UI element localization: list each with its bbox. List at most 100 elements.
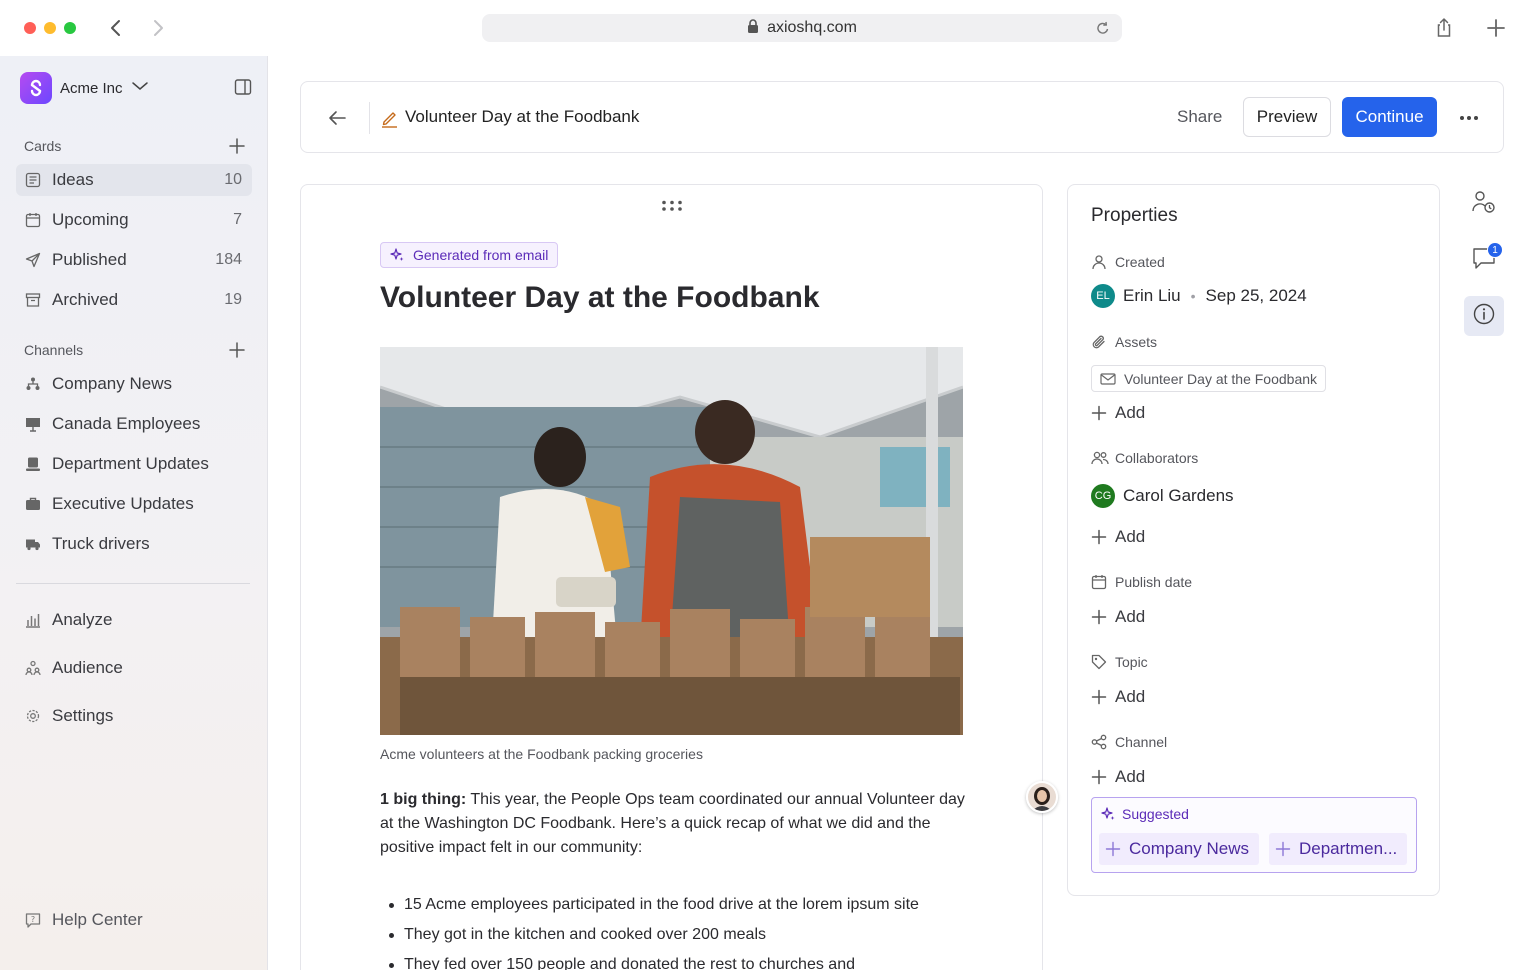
separator-dot: • — [1190, 288, 1196, 304]
new-tab-icon[interactable] — [1484, 16, 1508, 40]
ideas-icon — [24, 171, 42, 189]
add-channel-icon[interactable] — [228, 341, 246, 359]
add-label: Add — [1115, 607, 1146, 626]
person-clock-icon — [1471, 189, 1497, 220]
card-title[interactable]: Volunteer Day at the Foodbank — [405, 107, 639, 127]
plus-icon — [1105, 841, 1121, 857]
asset-chip[interactable]: Volunteer Day at the Foodbank — [1091, 365, 1327, 392]
lead-paragraph[interactable]: 1 big thing: This year, the People Ops t… — [380, 788, 970, 860]
collaborator-name: Carol Gardens — [1123, 486, 1234, 505]
back-arrow-icon[interactable] — [325, 106, 349, 130]
tag-icon — [1091, 654, 1109, 670]
add-collaborator-button[interactable]: Add — [1091, 527, 1145, 547]
share-sheet-icon[interactable] — [1432, 16, 1456, 40]
lead-text: This year, the People Ops team coordinat… — [380, 791, 965, 856]
chip-label: Departmen... — [1299, 839, 1398, 858]
add-asset-button[interactable]: Add — [1091, 403, 1145, 423]
browser-back-icon[interactable] — [104, 16, 128, 40]
reload-icon[interactable] — [1096, 20, 1110, 41]
window-zoom-button[interactable] — [64, 22, 76, 34]
briefcase-icon — [24, 495, 42, 513]
browser-chrome: axioshq.com — [0, 0, 1536, 56]
created-date: Sep 25, 2024 — [1205, 286, 1307, 305]
header-divider — [369, 102, 370, 134]
sidebar-item-upcoming[interactable]: Upcoming 7 — [16, 204, 252, 236]
lock-icon — [747, 18, 759, 38]
workspace-logo-icon — [20, 72, 52, 104]
assign-reviewer-button[interactable] — [1464, 184, 1504, 224]
document-title[interactable]: Volunteer Day at the Foodbank — [380, 281, 820, 315]
channel-icon — [1091, 734, 1109, 750]
sparkle-icon — [389, 247, 405, 263]
volunteer-photo[interactable] — [380, 347, 963, 735]
sidebar-item-label: Archived — [52, 290, 119, 309]
add-label: Add — [1115, 687, 1146, 706]
more-options-icon[interactable] — [1457, 106, 1481, 130]
plus-icon — [1275, 841, 1291, 857]
address-bar[interactable]: axioshq.com — [482, 14, 1122, 42]
presentation-icon — [24, 415, 42, 433]
sidebar-item-audience[interactable]: Audience — [16, 652, 252, 684]
browser-forward-icon[interactable] — [146, 16, 170, 40]
suggested-chip-department-updates[interactable]: Departmen... — [1269, 833, 1408, 865]
url-text: axioshq.com — [767, 19, 857, 36]
workspace-switcher[interactable]: Acme Inc — [20, 72, 149, 104]
window-close-button[interactable] — [24, 22, 36, 34]
collaborators-label-text: Collaborators — [1115, 450, 1199, 466]
sidebar-item-published[interactable]: Published 184 — [16, 244, 252, 276]
drag-handle-icon[interactable] — [661, 199, 683, 217]
sidebar-item-settings[interactable]: Settings — [16, 700, 252, 732]
sidebar-item-department-updates[interactable]: Department Updates — [16, 448, 252, 480]
sidebar-item-executive-updates[interactable]: Executive Updates — [16, 488, 252, 520]
topic-label: Topic — [1091, 652, 1148, 672]
sidebar-item-label: Canada Employees — [52, 414, 201, 433]
truck-icon — [24, 535, 42, 553]
sidebar: Acme Inc Cards Ideas 10 Upcoming 7 Publi… — [0, 56, 268, 970]
laptop-icon — [24, 455, 42, 473]
bullet-list[interactable]: 15 Acme employees participated in the fo… — [380, 890, 980, 970]
help-center-link[interactable]: ? Help Center — [16, 904, 252, 936]
sidebar-toggle-icon[interactable] — [234, 78, 252, 101]
archive-icon — [24, 291, 42, 309]
editor-panel: Generated from email Volunteer Day at th… — [300, 184, 1043, 970]
calendar-icon — [24, 211, 42, 229]
topic-label-text: Topic — [1115, 654, 1148, 670]
sidebar-item-ideas[interactable]: Ideas 10 — [16, 164, 252, 196]
suggested-chip-company-news[interactable]: Company News — [1099, 833, 1259, 865]
continue-button[interactable]: Continue — [1342, 97, 1437, 137]
window-minimize-button[interactable] — [44, 22, 56, 34]
lead-bold: 1 big thing: — [380, 791, 467, 808]
collaborator-cursor-avatar[interactable] — [1026, 781, 1058, 813]
sidebar-item-analyze[interactable]: Analyze — [16, 604, 252, 636]
properties-panel: Properties Created EL Erin Liu • Sep 25,… — [1067, 184, 1440, 896]
sidebar-item-archived[interactable]: Archived 19 — [16, 284, 252, 316]
info-button[interactable] — [1464, 296, 1504, 336]
avatar: CG — [1091, 484, 1115, 508]
created-by-name: Erin Liu — [1123, 286, 1181, 305]
photo-caption: Acme volunteers at the Foodbank packing … — [380, 746, 703, 762]
list-item: They got in the kitchen and cooked over … — [380, 920, 980, 950]
share-button[interactable]: Share — [1177, 107, 1222, 127]
collaborator[interactable]: CG Carol Gardens — [1091, 483, 1234, 509]
list-item: They fed over 150 people and donated the… — [380, 950, 980, 970]
email-icon — [1100, 372, 1116, 386]
add-channel-button[interactable]: Add — [1091, 767, 1145, 787]
sidebar-item-truck-drivers[interactable]: Truck drivers — [16, 528, 252, 560]
add-label: Add — [1115, 527, 1146, 546]
card-header: Volunteer Day at the Foodbank Share Prev… — [300, 81, 1504, 153]
badge-label: Generated from email — [413, 247, 549, 263]
paper-plane-icon — [24, 251, 42, 269]
sidebar-item-company-news[interactable]: Company News — [16, 368, 252, 400]
add-card-icon[interactable] — [228, 137, 246, 155]
avatar: EL — [1091, 284, 1115, 308]
add-publish-date-button[interactable]: Add — [1091, 607, 1145, 627]
channel-label-text: Channel — [1115, 734, 1168, 750]
preview-button[interactable]: Preview — [1243, 97, 1331, 137]
calendar-icon — [1091, 574, 1109, 590]
plus-icon — [1091, 529, 1107, 545]
assets-label-text: Assets — [1115, 334, 1158, 350]
add-topic-button[interactable]: Add — [1091, 687, 1145, 707]
add-label: Add — [1115, 767, 1146, 786]
suggested-channels: Suggested Company News Departmen... — [1091, 797, 1417, 873]
sidebar-item-canada-employees[interactable]: Canada Employees — [16, 408, 252, 440]
